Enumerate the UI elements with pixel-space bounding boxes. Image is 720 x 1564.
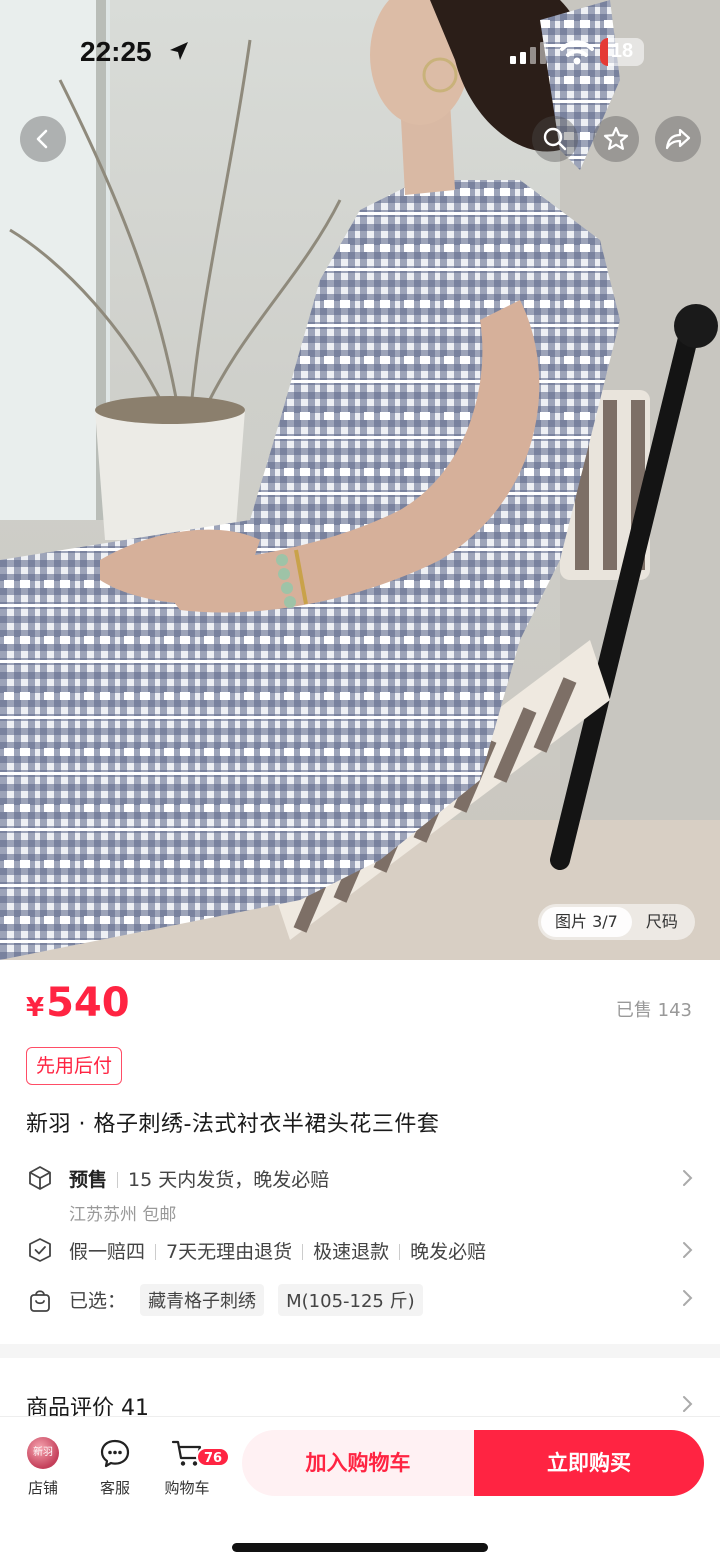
search-button[interactable] (532, 116, 578, 162)
back-button[interactable] (20, 116, 66, 162)
chevron-right-icon (683, 1396, 693, 1412)
guarantee-item: 7天无理由退货 (166, 1240, 293, 1263)
bottom-action-bar: 新羽 店铺 客服 购物车 76 加入购物车 立即购买 (0, 1416, 720, 1564)
favorite-button[interactable] (593, 116, 639, 162)
status-time: 22:25 (80, 36, 152, 67)
product-title: 新羽 · 格子刺绣-法式衬衣半裙头花三件套 (26, 1112, 440, 1137)
selection-label: 已选： (69, 1290, 127, 1312)
chat-bubble-icon (100, 1439, 130, 1468)
chevron-left-icon (36, 129, 48, 149)
size-chart-tab[interactable]: 尺码 (632, 907, 692, 937)
chevron-right-icon (683, 1170, 693, 1186)
image-counter[interactable]: 图片 3/7 (541, 907, 632, 937)
store-label: 店铺 (27, 1479, 58, 1497)
home-indicator (232, 1543, 488, 1552)
guarantee-item: 极速退款 (313, 1240, 390, 1263)
shipping-label: 预售 (69, 1168, 108, 1191)
selected-size-chip: M(105-125 斤) (278, 1284, 423, 1316)
star-icon (603, 126, 629, 150)
guarantee-row[interactable]: 假一赔四 7天无理由退货 极速退款 晚发必赔 (26, 1236, 694, 1264)
store-tab[interactable]: 新羽 店铺 (8, 1435, 78, 1498)
location-arrow-icon (170, 42, 188, 60)
chevron-right-icon (683, 1242, 693, 1258)
shopping-bag-icon (26, 1286, 54, 1314)
selection-row[interactable]: 已选： 藏青格子刺绣 M(105-125 斤) (26, 1284, 694, 1316)
battery-icon: 18 (600, 38, 644, 66)
share-button[interactable] (655, 116, 701, 162)
status-bar: 22:25 18 (0, 0, 720, 100)
shipping-row[interactable]: 预售 15 天内发货，晚发必赔 (26, 1164, 694, 1192)
price-currency: ¥ (26, 993, 45, 1023)
product-info-card: ¥ 540 已售 143 先用后付 新羽 · 格子刺绣-法式衬衣半裙头花三件套 … (0, 960, 720, 1344)
cellular-signal-icon (510, 42, 546, 64)
store-logo: 新羽 (27, 1437, 59, 1469)
cart-tab[interactable]: 购物车 76 (152, 1435, 231, 1498)
wifi-icon (560, 40, 594, 65)
shipping-origin: 江苏苏州 包邮 (69, 1205, 177, 1225)
product-image-gallery[interactable]: 22:25 18 图片 3/7 尺码 (0, 0, 720, 960)
shipping-detail: 15 天内发货，晚发必赔 (128, 1168, 330, 1191)
sold-count: 已售 143 (615, 1000, 692, 1021)
price: ¥ 540 (26, 980, 130, 1026)
cart-count-badge: 76 (196, 1447, 231, 1467)
share-arrow-icon (665, 128, 691, 150)
price-value: 540 (46, 980, 130, 1026)
shield-check-icon (26, 1236, 54, 1264)
guarantee-item: 晚发必赔 (410, 1240, 487, 1263)
search-icon (543, 127, 567, 151)
cart-label: 购物车 (164, 1479, 210, 1497)
selected-color-chip: 藏青格子刺绣 (140, 1284, 265, 1316)
add-to-cart-button[interactable]: 加入购物车 (242, 1430, 474, 1496)
gallery-pill: 图片 3/7 尺码 (538, 904, 695, 940)
battery-level: 18 (610, 40, 634, 62)
guarantee-item: 假一赔四 (69, 1240, 146, 1263)
package-icon (26, 1164, 54, 1192)
buy-now-button[interactable]: 立即购买 (474, 1430, 704, 1496)
chevron-right-icon (683, 1290, 693, 1306)
customer-service-label: 客服 (99, 1479, 130, 1497)
customer-service-tab[interactable]: 客服 (80, 1435, 150, 1498)
pay-later-tag: 先用后付 (26, 1047, 123, 1085)
